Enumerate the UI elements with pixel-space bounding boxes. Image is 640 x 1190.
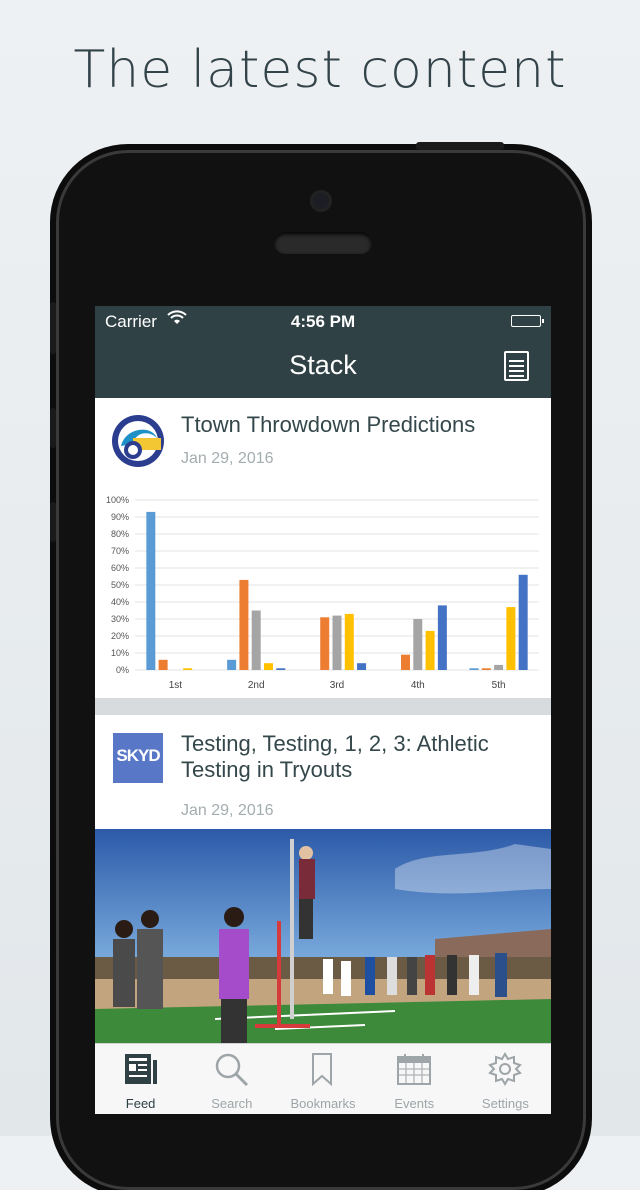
chart-bar (263, 663, 273, 670)
mute-switch (50, 502, 56, 542)
search-icon (215, 1053, 248, 1086)
tab-events[interactable]: Events (369, 1044, 460, 1114)
app-screen: Carrier 4:56 PM Stack Ttown Throwdown Pr… (95, 306, 551, 1114)
y-tick-label: 80% (111, 529, 129, 539)
chart-bar (481, 668, 491, 670)
chart-bar (227, 659, 237, 670)
feed-card[interactable]: SKYD Testing, Testing, 1, 2, 3: Athletic… (95, 715, 551, 829)
card-separator (95, 698, 551, 715)
chart-bar (469, 668, 479, 670)
chart-bar (320, 617, 330, 670)
tab-label: Bookmarks (290, 1096, 356, 1111)
x-tick-label: 5th (492, 680, 506, 691)
tab-settings[interactable]: Settings (460, 1044, 551, 1114)
battery-icon (511, 315, 544, 327)
calendar-icon (397, 1054, 432, 1085)
status-time: 4:56 PM (290, 312, 356, 331)
y-tick-label: 20% (111, 631, 129, 641)
chart-bar (251, 610, 261, 670)
chart-bar (357, 663, 367, 670)
tab-label: Events (394, 1096, 435, 1111)
x-tick-label: 1st (169, 680, 183, 691)
chart-bar (425, 630, 435, 670)
x-tick-label: 3rd (330, 680, 344, 691)
chart-bar (183, 668, 193, 670)
tab-feed[interactable]: Feed (95, 1044, 186, 1114)
card-title[interactable]: Testing, Testing, 1, 2, 3: Athletic Test… (181, 731, 537, 783)
tab-search[interactable]: Search (186, 1044, 277, 1114)
tab-label: Search (211, 1096, 253, 1111)
chart-bar (413, 619, 423, 670)
y-tick-label: 40% (111, 597, 129, 607)
nav-title: Stack (289, 350, 357, 380)
y-tick-label: 30% (111, 614, 129, 624)
chart-bar (506, 607, 516, 670)
skyd-logo: SKYD (113, 733, 163, 783)
y-tick-label: 10% (111, 648, 129, 658)
chart-bar (276, 668, 286, 670)
chart-bar (494, 664, 504, 670)
volume-button-down (50, 408, 56, 448)
list-icon[interactable] (504, 351, 529, 381)
nav-bar: Stack (95, 336, 551, 398)
chart-bar (158, 659, 168, 670)
ttown-logo (111, 414, 165, 468)
chart-bar (344, 613, 354, 670)
tab-bookmarks[interactable]: Bookmarks (277, 1044, 368, 1114)
power-button (416, 142, 504, 150)
card-date: Jan 29, 2016 (181, 450, 274, 467)
card-date: Jan 29, 2016 (181, 802, 274, 819)
speaker-grille (274, 232, 372, 254)
chart-bar (518, 574, 528, 670)
y-tick-label: 70% (111, 546, 129, 556)
bookmark-icon (312, 1053, 332, 1086)
front-camera (310, 190, 332, 212)
article-photo[interactable] (95, 829, 551, 1045)
skyd-logo-text: SKYD (116, 746, 160, 765)
page-headline: The latest content (73, 40, 567, 100)
y-tick-label: 0% (116, 665, 129, 675)
chart-bar (332, 615, 342, 670)
chart-bar (437, 605, 447, 670)
card-title[interactable]: Ttown Throwdown Predictions (181, 412, 537, 438)
feed-card[interactable]: Ttown Throwdown Predictions Jan 29, 2016… (95, 398, 551, 698)
volume-button-up (50, 302, 56, 354)
y-tick-label: 60% (111, 563, 129, 573)
status-bar: Carrier 4:56 PM (95, 306, 551, 336)
newspaper-icon (124, 1054, 157, 1084)
predictions-chart: 0% 10% 20% 30% 40% 50% 60% 70% 80% 90% 100% 1st 2nd 3… (95, 488, 551, 698)
y-tick-label: 90% (111, 512, 129, 522)
tab-label: Settings (481, 1096, 529, 1111)
tab-bar: Feed Search Bookmarks Events Settings (95, 1043, 551, 1114)
chart-bar (239, 579, 249, 670)
chart-bar (401, 654, 411, 670)
y-tick-label: 50% (111, 580, 129, 590)
y-tick-label: 100% (106, 495, 129, 505)
x-tick-label: 2nd (248, 680, 265, 691)
chart-bar (146, 511, 156, 670)
x-tick-label: 4th (411, 680, 425, 691)
tab-label: Feed (125, 1096, 156, 1111)
gear-icon (488, 1052, 523, 1086)
